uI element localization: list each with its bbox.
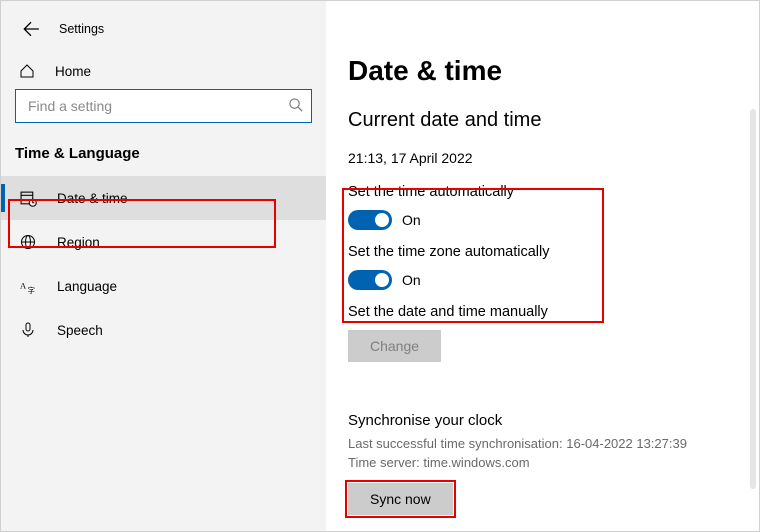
page-title: Date & time — [348, 55, 743, 87]
sync-last: Last successful time synchronisation: 16… — [348, 435, 743, 454]
search-input[interactable] — [15, 89, 312, 123]
calendar-clock-icon — [19, 189, 37, 207]
search-field[interactable] — [26, 97, 288, 115]
auto-time-state: On — [402, 212, 421, 228]
globe-icon — [19, 233, 37, 251]
auto-zone-state: On — [402, 272, 421, 288]
sidebar-item-language[interactable]: A字 Language — [1, 264, 326, 308]
page-subtitle: Current date and time — [348, 109, 743, 132]
current-datetime: 21:13, 17 April 2022 — [348, 150, 743, 166]
scrollbar[interactable] — [750, 109, 756, 489]
sync-heading: Synchronise your clock — [348, 412, 743, 429]
main-content: Date & time Current date and time 21:13,… — [326, 1, 759, 531]
auto-time-label: Set the time automatically — [348, 184, 743, 200]
auto-zone-label: Set the time zone automatically — [348, 244, 743, 260]
sidebar-item-home[interactable]: Home — [1, 53, 326, 89]
window-title: Settings — [59, 22, 104, 36]
sidebar: Settings Home Time & Language Date & tim… — [1, 1, 326, 531]
sidebar-item-label: Speech — [57, 323, 103, 338]
microphone-icon — [19, 321, 37, 339]
sidebar-section-label: Time & Language — [1, 135, 326, 176]
sync-server: Time server: time.windows.com — [348, 454, 743, 473]
sidebar-item-speech[interactable]: Speech — [1, 308, 326, 352]
home-icon — [19, 63, 35, 79]
change-button: Change — [348, 330, 441, 362]
sync-now-button[interactable]: Sync now — [348, 483, 453, 515]
auto-time-toggle[interactable] — [348, 210, 392, 230]
language-icon: A字 — [19, 277, 37, 295]
svg-text:字: 字 — [27, 284, 34, 294]
auto-zone-toggle[interactable] — [348, 270, 392, 290]
back-button[interactable] — [17, 15, 45, 43]
manual-label: Set the date and time manually — [348, 304, 743, 320]
sidebar-item-label: Date & time — [57, 191, 128, 206]
sidebar-item-label: Language — [57, 279, 117, 294]
search-icon — [288, 97, 303, 115]
sidebar-item-region[interactable]: Region — [1, 220, 326, 264]
sidebar-item-label: Region — [57, 235, 100, 250]
svg-text:A: A — [20, 280, 27, 290]
sidebar-item-date-time[interactable]: Date & time — [1, 176, 326, 220]
home-label: Home — [55, 64, 91, 79]
